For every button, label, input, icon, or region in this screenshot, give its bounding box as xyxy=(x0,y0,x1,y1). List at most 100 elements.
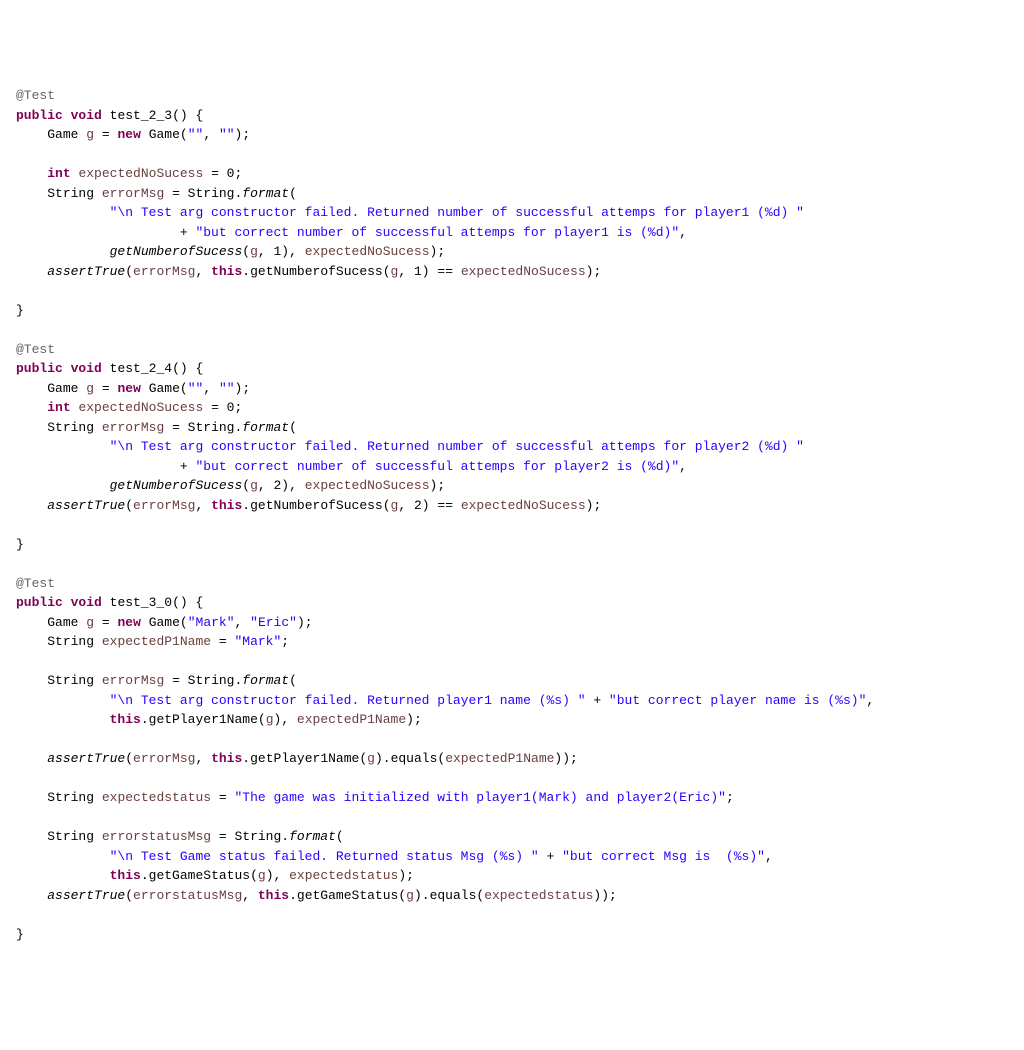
brace-close: } xyxy=(16,537,24,552)
keyword-this: this xyxy=(211,264,242,279)
brace-close: } xyxy=(16,303,24,318)
string-status-a: "\n Test Game status failed. Returned st… xyxy=(110,849,539,864)
string-empty: "" xyxy=(219,127,235,142)
semi: ; xyxy=(726,790,734,805)
comma: , xyxy=(195,264,211,279)
arg-g: g xyxy=(266,712,274,727)
type-string: String xyxy=(47,634,94,649)
call-assertTrue: assertTrue xyxy=(47,498,125,513)
var-errorMsg: errorMsg xyxy=(102,186,164,201)
paren-close: ) xyxy=(414,888,422,903)
var-errorMsg: errorMsg xyxy=(102,673,164,688)
dot: . xyxy=(242,498,250,513)
comma-nl: , xyxy=(679,459,687,474)
semi: ; xyxy=(593,264,601,279)
paren-close: ) xyxy=(562,751,570,766)
comma: , xyxy=(398,498,414,513)
keyword-this: this xyxy=(258,888,289,903)
type-string: String xyxy=(234,829,281,844)
call-getNumberofSucess: getNumberofSucess xyxy=(110,244,243,259)
brace-close: } xyxy=(16,927,24,942)
comma: , xyxy=(289,478,305,493)
semi: ; xyxy=(242,127,250,142)
paren-close: ) xyxy=(406,712,414,727)
keyword-void: void xyxy=(71,361,102,376)
comma: , xyxy=(289,244,305,259)
paren-close: ) xyxy=(375,751,383,766)
code-block: @Test public void test_2_3() { Game g = … xyxy=(16,86,1008,944)
call-getNumberofSucess: getNumberofSucess xyxy=(110,478,243,493)
num-two: 2 xyxy=(414,498,422,513)
op-eq: = xyxy=(164,186,187,201)
op-eq: = xyxy=(94,615,117,630)
comma: , xyxy=(398,264,414,279)
paren-open: ( xyxy=(476,888,484,903)
op-plus: + xyxy=(539,849,562,864)
call-assertTrue: assertTrue xyxy=(47,264,125,279)
paren-open: ( xyxy=(250,868,258,883)
paren-open: ( xyxy=(125,264,133,279)
op-plus: + xyxy=(586,693,609,708)
annotation: @Test xyxy=(16,342,55,357)
op-eq: = xyxy=(203,400,226,415)
type-string: String xyxy=(47,420,94,435)
op-eq: = xyxy=(94,127,117,142)
op-eq: = xyxy=(211,790,234,805)
op-eq: = xyxy=(94,381,117,396)
dot: . xyxy=(281,829,289,844)
string-empty: "" xyxy=(188,381,204,396)
call-getGameStatus: getGameStatus xyxy=(297,888,398,903)
paren-open: ( xyxy=(180,381,188,396)
semi: ; xyxy=(242,381,250,396)
paren-close: ) xyxy=(180,361,188,376)
call-getNumberofSucess: getNumberofSucess xyxy=(250,264,383,279)
call-format: format xyxy=(289,829,336,844)
ctor-game: Game xyxy=(149,381,180,396)
semi: ; xyxy=(593,498,601,513)
call-format: format xyxy=(242,186,289,201)
comma-nl: , xyxy=(866,693,874,708)
var-errorMsg: errorMsg xyxy=(102,420,164,435)
paren-close: ) xyxy=(398,868,406,883)
paren-close: ) xyxy=(297,615,305,630)
var-errorstatusMsg: errorstatusMsg xyxy=(102,829,211,844)
paren-open: ( xyxy=(289,420,297,435)
call-equals: equals xyxy=(430,888,477,903)
string-empty: "" xyxy=(219,381,235,396)
semi: ; xyxy=(570,751,578,766)
semi: ; xyxy=(305,615,313,630)
keyword-this: this xyxy=(110,868,141,883)
semi: ; xyxy=(437,244,445,259)
var-expectedNoSucess: expectedNoSucess xyxy=(78,400,203,415)
op-eq: = xyxy=(211,634,234,649)
paren-open: ( xyxy=(289,673,297,688)
num-one: 1 xyxy=(414,264,422,279)
method-name: test_2_3 xyxy=(110,108,172,123)
string-msg-p1b: "but correct number of successful attemp… xyxy=(195,225,679,240)
semi: ; xyxy=(406,868,414,883)
keyword-void: void xyxy=(71,595,102,610)
arg-g: g xyxy=(367,751,375,766)
call-getGameStatus: getGameStatus xyxy=(149,868,250,883)
paren-close: ) xyxy=(422,498,430,513)
call-getPlayer1Name: getPlayer1Name xyxy=(149,712,258,727)
string-empty: "" xyxy=(188,127,204,142)
semi: ; xyxy=(234,400,242,415)
var-g: g xyxy=(86,615,94,630)
paren-open: ( xyxy=(437,751,445,766)
dot: . xyxy=(242,264,250,279)
paren-close: ) xyxy=(281,244,289,259)
string-msg-p1a: "\n Test arg constructor failed. Returne… xyxy=(110,205,804,220)
comma-nl: , xyxy=(679,225,687,240)
paren-open: ( xyxy=(180,615,188,630)
call-equals: equals xyxy=(391,751,438,766)
op-deq: == xyxy=(430,498,461,513)
arg-g: g xyxy=(258,868,266,883)
arg-expectedNoSucess: expectedNoSucess xyxy=(461,498,586,513)
var-g: g xyxy=(86,381,94,396)
op-eq: = xyxy=(164,673,187,688)
arg-expectedstatus: expectedstatus xyxy=(289,868,398,883)
arg-errorMsg: errorMsg xyxy=(133,751,195,766)
annotation: @Test xyxy=(16,88,55,103)
op-eq: = xyxy=(203,166,226,181)
